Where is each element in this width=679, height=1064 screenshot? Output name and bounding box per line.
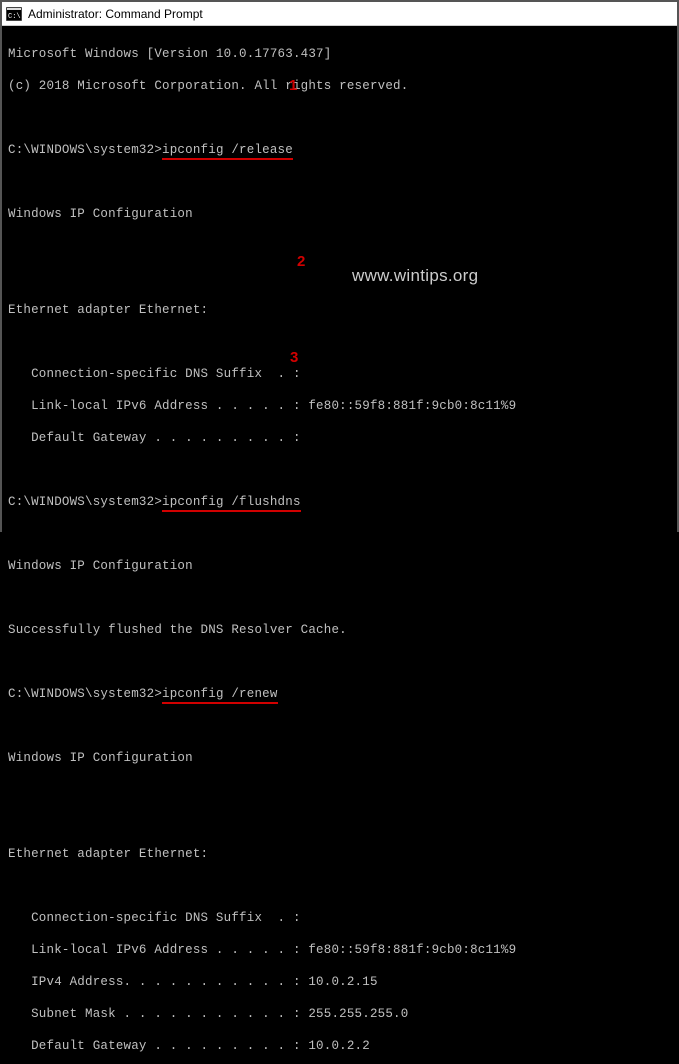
output-line: Windows IP Configuration (8, 750, 671, 766)
output-line (8, 654, 671, 670)
annotation-3: 3 (290, 350, 299, 366)
output-line: Subnet Mask . . . . . . . . . . . : 255.… (8, 1006, 671, 1022)
titlebar-title: Administrator: Command Prompt (28, 7, 203, 21)
output-line: IPv4 Address. . . . . . . . . . . : 10.0… (8, 974, 671, 990)
output-line: Connection-specific DNS Suffix . : (8, 910, 671, 926)
prompt-path: C:\WINDOWS\system32> (8, 687, 162, 701)
output-line (8, 334, 671, 350)
annotation-2: 2 (297, 254, 306, 270)
command-text: ipconfig /renew (162, 687, 278, 704)
output-line: Connection-specific DNS Suffix . : (8, 366, 671, 382)
output-line (8, 590, 671, 606)
output-line (8, 462, 671, 478)
output-line: Windows IP Configuration (8, 558, 671, 574)
titlebar[interactable]: C:\ Administrator: Command Prompt (2, 2, 677, 26)
output-line (8, 814, 671, 830)
output-line: Successfully flushed the DNS Resolver Ca… (8, 622, 671, 638)
svg-text:C:\: C:\ (8, 13, 21, 21)
output-line (8, 174, 671, 190)
command-text: ipconfig /flushdns (162, 495, 301, 512)
output-line: Ethernet adapter Ethernet: (8, 302, 671, 318)
prompt-line: C:\WINDOWS\system32>ipconfig /release (8, 142, 671, 158)
output-line (8, 782, 671, 798)
output-line: Default Gateway . . . . . . . . . : 10.0… (8, 1038, 671, 1054)
cmd-icon: C:\ (6, 7, 22, 21)
output-line: Link-local IPv6 Address . . . . . : fe80… (8, 398, 671, 414)
prompt-path: C:\WINDOWS\system32> (8, 495, 162, 509)
command-text: ipconfig /release (162, 143, 293, 160)
output-line: Windows IP Configuration (8, 206, 671, 222)
output-line (8, 526, 671, 542)
output-line (8, 718, 671, 734)
annotation-1: 1 (289, 78, 298, 94)
output-line: Default Gateway . . . . . . . . . : (8, 430, 671, 446)
output-line: Ethernet adapter Ethernet: (8, 846, 671, 862)
output-line: Microsoft Windows [Version 10.0.17763.43… (8, 46, 671, 62)
output-line (8, 878, 671, 894)
output-line: Link-local IPv6 Address . . . . . : fe80… (8, 942, 671, 958)
output-line (8, 110, 671, 126)
terminal-output[interactable]: Microsoft Windows [Version 10.0.17763.43… (2, 26, 677, 1064)
output-line (8, 270, 671, 286)
prompt-line: C:\WINDOWS\system32>ipconfig /flushdns (8, 494, 671, 510)
output-line (8, 238, 671, 254)
output-line: (c) 2018 Microsoft Corporation. All righ… (8, 78, 671, 94)
prompt-path: C:\WINDOWS\system32> (8, 143, 162, 157)
prompt-line: C:\WINDOWS\system32>ipconfig /renew (8, 686, 671, 702)
